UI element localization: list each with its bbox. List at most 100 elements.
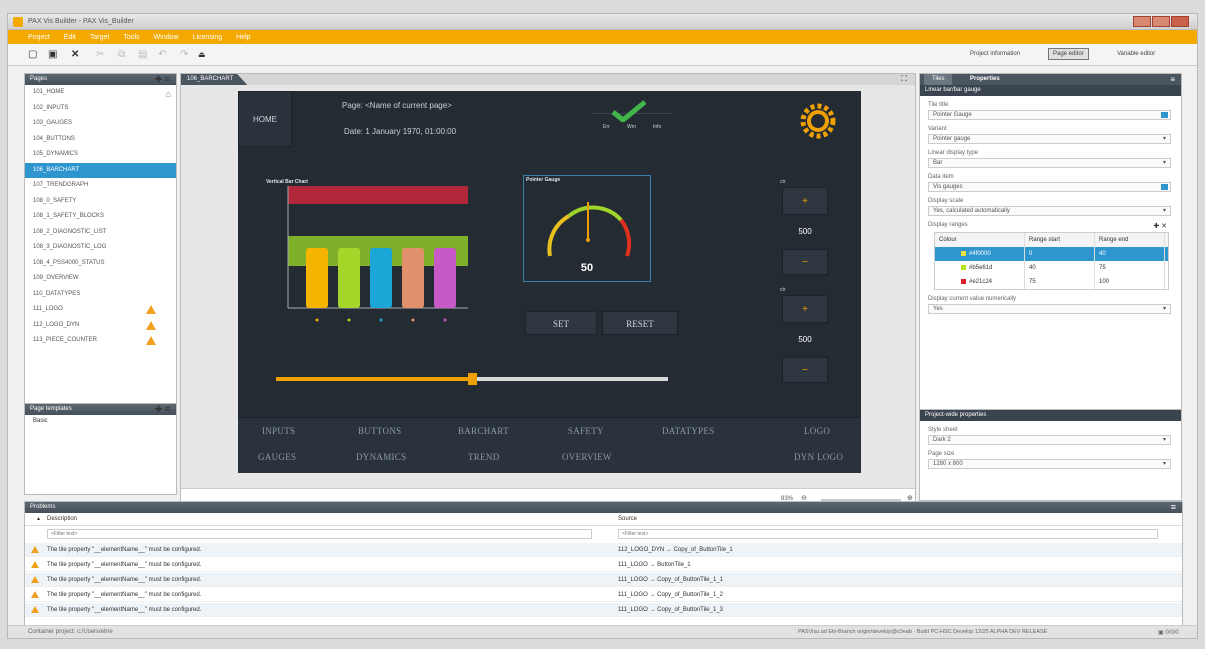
upload-icon[interactable]: ⏏ [198, 50, 206, 60]
page-item[interactable]: 109_OVERVIEW [25, 271, 176, 287]
undo-icon[interactable]: ↶ [158, 50, 166, 60]
page-item[interactable]: 108_3_DIAGNOSTIC_LOG [25, 240, 176, 256]
page-item[interactable]: 112_LOGO_DYN [25, 318, 176, 334]
nav-overview[interactable]: OVERVIEW [562, 452, 612, 462]
page-item[interactable]: 113_PIECE_COUNTER [25, 333, 176, 349]
menu-help[interactable]: Help [236, 34, 250, 41]
problem-row[interactable]: The tile property "__elementName__" must… [25, 603, 1182, 617]
page-editor-button[interactable]: Page editor [1048, 48, 1089, 60]
nav-buttons[interactable]: BUTTONS [358, 426, 401, 436]
save-icon[interactable]: ▣ [48, 50, 57, 60]
gauge-value: 50 [580, 262, 594, 274]
problem-row[interactable]: The tile property "__elementName__" must… [25, 558, 1182, 572]
nav-datatypes[interactable]: DATATYPES [662, 426, 715, 436]
bar-chart [287, 186, 468, 322]
nav-dyn-logo[interactable]: DYN LOGO [794, 452, 843, 462]
style-sheet-select[interactable]: Dark 2 ▾ [928, 435, 1171, 445]
reset-button[interactable]: RESET [602, 311, 678, 335]
fullscreen-icon[interactable]: ⛶ [901, 74, 907, 84]
edit-icon[interactable] [1161, 184, 1168, 190]
tab-tiles[interactable]: Tiles [924, 74, 953, 85]
page-item[interactable]: 110_DATATYPES [25, 287, 176, 303]
redo-icon[interactable]: ↷ [180, 50, 188, 60]
close-button[interactable] [1171, 16, 1189, 27]
problem-row[interactable]: The tile property "__elementName__" must… [25, 543, 1182, 557]
property-field[interactable]: Bar ▾ [928, 158, 1171, 168]
stepper2-plus-button[interactable]: + [782, 295, 828, 323]
col-description[interactable]: Description [47, 513, 77, 526]
slider-track[interactable] [276, 373, 668, 385]
stepper1-value[interactable]: 500 [782, 219, 828, 245]
range-row[interactable]: #4f0000 0 40 [935, 247, 1168, 261]
copy-icon[interactable]: ⧉ [118, 50, 125, 60]
nav-safety[interactable]: SAFETY [568, 426, 604, 436]
page-item[interactable]: 108_2_DIAGNOSTIC_LIST [25, 225, 176, 241]
page-item[interactable]: 105_DYNAMICS [25, 147, 176, 163]
templates-panel-actions[interactable]: ✚ ≡ [155, 404, 170, 415]
description-filter-input[interactable] [47, 529, 592, 539]
range-band-red [288, 186, 468, 204]
nav-inputs[interactable]: INPUTS [262, 426, 295, 436]
paste-icon[interactable]: ▤ [138, 50, 147, 60]
col-source[interactable]: Source [618, 513, 637, 526]
page-item[interactable]: 104_BUTTONS [25, 132, 176, 148]
properties-menu-icon[interactable]: ≡ [1170, 74, 1175, 85]
stepper2-minus-button[interactable]: − [782, 357, 828, 383]
problems-menu-icon[interactable]: ≡ [1171, 502, 1176, 513]
page-item[interactable]: 108_0_SAFETY [25, 194, 176, 210]
stepper1-minus-button[interactable]: − [782, 249, 828, 275]
new-icon[interactable]: ▢ [28, 50, 37, 60]
template-item[interactable]: Basic [25, 415, 176, 427]
maximize-button[interactable] [1152, 16, 1170, 27]
problem-row[interactable]: The tile property "__elementName__" must… [25, 588, 1182, 602]
tab-properties[interactable]: Properties [960, 74, 1010, 85]
project-information-button[interactable]: Project information [965, 48, 1025, 60]
page-item[interactable]: 106_BARCHART [25, 162, 176, 178]
page-item[interactable]: 111_LOGO [25, 302, 176, 318]
page-item[interactable]: 108_4_PSS4000_STATUS [25, 256, 176, 272]
home-button[interactable]: HOME [238, 91, 292, 147]
menu-licensing[interactable]: Licensing [193, 34, 223, 41]
edit-icon[interactable] [1161, 112, 1168, 118]
stepper2-value[interactable]: 500 [782, 327, 828, 353]
menu-window[interactable]: Window [154, 34, 179, 41]
chevron-down-icon: ▾ [1162, 461, 1166, 467]
page-size-select[interactable]: 1280 x 800 ▾ [928, 459, 1171, 469]
property-field[interactable]: Pointer Gauge [928, 110, 1171, 120]
property-field[interactable]: Yes, calculated automatically ▾ [928, 206, 1171, 216]
nav-barchart[interactable]: BARCHART [458, 426, 509, 436]
nav-gauges[interactable]: GAUGES [258, 452, 296, 462]
problem-row[interactable]: The tile property "__elementName__" must… [25, 573, 1182, 587]
menu-project[interactable]: Project [28, 34, 50, 41]
minimize-button[interactable] [1133, 16, 1151, 27]
menu-tools[interactable]: Tools [123, 34, 139, 41]
menu-edit[interactable]: Edit [64, 34, 76, 41]
page-item[interactable]: 108_1_SAFETY_BLOCKS [25, 209, 176, 225]
source-filter-input[interactable] [618, 529, 1158, 539]
delete-icon[interactable]: ✕ [71, 50, 79, 60]
ranges-actions[interactable]: ✚ ✕ [1153, 222, 1167, 230]
display-value-select[interactable]: Yes ▾ [928, 304, 1171, 314]
slider-handle[interactable] [468, 373, 477, 385]
set-button[interactable]: SET [525, 311, 597, 335]
variable-editor-button[interactable]: Variable editor [1112, 48, 1160, 60]
page-item-label: 108_3_DIAGNOSTIC_LOG [33, 244, 107, 250]
property-value: Bar [933, 160, 943, 166]
editor-tab[interactable]: 106_BARCHART [181, 74, 248, 85]
nav-dynamics[interactable]: DYNAMICS [356, 452, 406, 462]
page-item[interactable]: 102_INPUTS [25, 101, 176, 117]
property-field[interactable]: Vis gauges [928, 182, 1171, 192]
page-item[interactable]: 103_GAUGES [25, 116, 176, 132]
nav-trend[interactable]: TREND [468, 452, 500, 462]
menu-target[interactable]: Target [90, 34, 109, 41]
sort-icon[interactable]: ▴ [37, 513, 40, 526]
range-row[interactable]: #b5e61d 40 75 [935, 261, 1168, 275]
property-field[interactable]: Pointer gauge ▾ [928, 134, 1171, 144]
range-row[interactable]: #e21c24 75 100 [935, 275, 1168, 289]
nav-logo[interactable]: LOGO [804, 426, 830, 436]
page-item[interactable]: 107_TRENDGRAPH [25, 178, 176, 194]
pages-panel-actions[interactable]: ✚ ≡ [155, 74, 170, 85]
stepper1-plus-button[interactable]: + [782, 187, 828, 215]
cut-icon[interactable]: ✂ [96, 50, 104, 60]
page-item[interactable]: 101_HOME ⌂ [25, 85, 176, 101]
